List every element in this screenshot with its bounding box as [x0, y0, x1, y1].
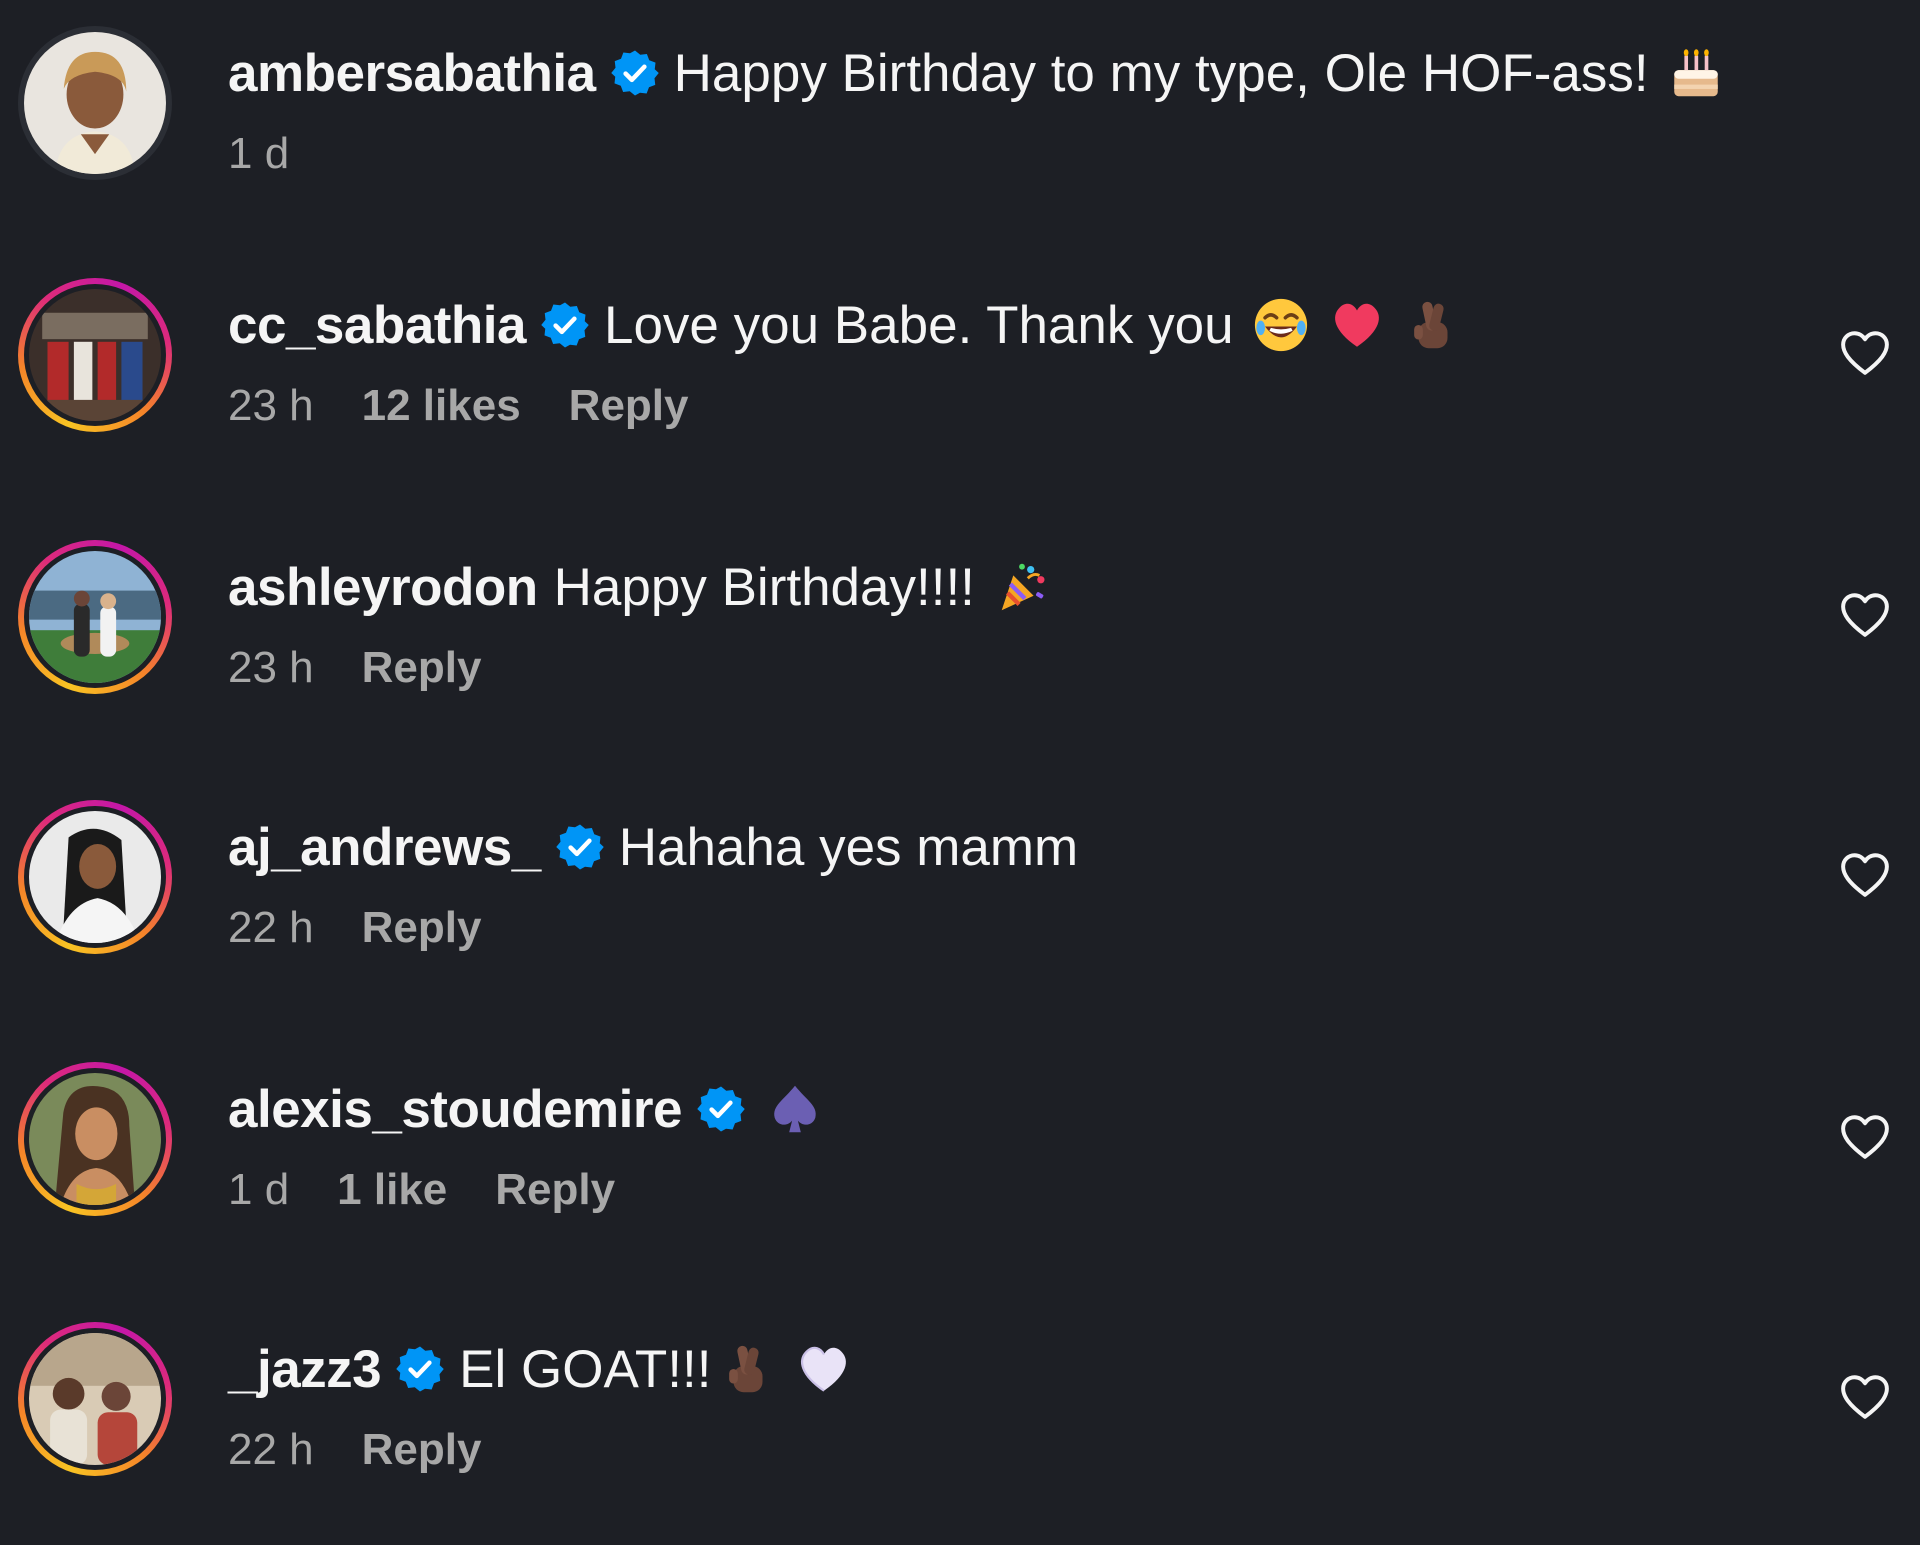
comment-text: Hahaha yes mamm: [618, 817, 1079, 877]
avatar[interactable]: [18, 26, 172, 180]
face-with-tears-of-joy-icon: [1252, 296, 1310, 354]
username[interactable]: alexis_stoudemire: [228, 1079, 683, 1140]
avatar-image: [29, 551, 161, 683]
comment-item: aj_andrews_ Hahaha yes mamm 22 h Reply: [0, 800, 1920, 1000]
verified-badge-icon: [395, 1344, 445, 1394]
reply-button[interactable]: Reply: [362, 643, 482, 693]
comment-text: El GOAT!!!: [459, 1339, 712, 1399]
avatar-image: [29, 1333, 161, 1465]
comment-body: ambersabathia Happy Birthday to my type,…: [228, 40, 1800, 182]
comment-item: alexis_stoudemire 1 d 1 like Reply: [0, 1062, 1920, 1262]
crossed-fingers-icon: [719, 1340, 777, 1398]
verified-badge-icon: [555, 822, 605, 872]
verified-badge-icon: [696, 1084, 746, 1134]
username[interactable]: _jazz3: [228, 1339, 382, 1400]
comment-body: alexis_stoudemire 1 d 1 like Reply: [228, 1076, 1800, 1218]
reply-button[interactable]: Reply: [495, 1165, 615, 1215]
username[interactable]: ambersabathia: [228, 43, 596, 104]
comment-body: _jazz3 El GOAT!!! 22 h Reply: [228, 1336, 1800, 1478]
comment-item: cc_sabathia Love you Babe. Thank you 23 …: [0, 278, 1920, 478]
comment-body: cc_sabathia Love you Babe. Thank you 23 …: [228, 292, 1800, 434]
comment-text: Happy Birthday to my type, Ole HOF-ass!: [673, 43, 1649, 103]
comment-timestamp: 1 d: [228, 129, 290, 178]
red-heart-icon: [1328, 296, 1386, 354]
avatar[interactable]: [18, 278, 172, 432]
comment-timestamp: 22 h: [228, 903, 314, 952]
comment-list: ambersabathia Happy Birthday to my type,…: [0, 0, 1920, 1545]
like-heart-icon[interactable]: [1840, 330, 1890, 376]
like-heart-icon[interactable]: [1840, 592, 1890, 638]
username[interactable]: cc_sabathia: [228, 295, 526, 356]
reply-button[interactable]: Reply: [569, 381, 689, 431]
like-heart-icon[interactable]: [1840, 1374, 1890, 1420]
birthday-cake-icon: [1667, 44, 1725, 102]
comment-item: _jazz3 El GOAT!!! 22 h Reply: [0, 1322, 1920, 1522]
white-heart-icon: [795, 1340, 853, 1398]
username[interactable]: aj_andrews_: [228, 817, 541, 878]
comment-timestamp: 23 h: [228, 381, 314, 430]
spade-suit-icon: [766, 1080, 824, 1138]
comment-text: Happy Birthday!!!!: [553, 557, 975, 617]
username[interactable]: ashleyrodon: [228, 557, 538, 618]
comment-timestamp: 23 h: [228, 643, 314, 692]
like-heart-icon[interactable]: [1840, 852, 1890, 898]
comment-body: ashleyrodon Happy Birthday!!!! 23 h Repl…: [228, 554, 1800, 696]
reply-button[interactable]: Reply: [362, 903, 482, 953]
avatar-image: [29, 811, 161, 943]
avatar-image: [24, 32, 166, 174]
avatar[interactable]: [18, 540, 172, 694]
party-popper-icon: [993, 558, 1051, 616]
likes-count[interactable]: 1 like: [337, 1165, 447, 1215]
crossed-fingers-icon: [1404, 296, 1462, 354]
avatar[interactable]: [18, 1322, 172, 1476]
avatar-image: [29, 289, 161, 421]
reply-button[interactable]: Reply: [362, 1425, 482, 1475]
verified-badge-icon: [540, 300, 590, 350]
comment-text: Love you Babe. Thank you: [603, 295, 1234, 355]
likes-count[interactable]: 12 likes: [362, 381, 521, 431]
verified-badge-icon: [610, 48, 660, 98]
comment-item: ashleyrodon Happy Birthday!!!! 23 h Repl…: [0, 540, 1920, 740]
comment-timestamp: 22 h: [228, 1425, 314, 1474]
avatar[interactable]: [18, 1062, 172, 1216]
comment-item: ambersabathia Happy Birthday to my type,…: [0, 26, 1920, 226]
like-heart-icon[interactable]: [1840, 1114, 1890, 1160]
avatar[interactable]: [18, 800, 172, 954]
avatar-image: [29, 1073, 161, 1205]
comment-timestamp: 1 d: [228, 1165, 290, 1214]
comment-body: aj_andrews_ Hahaha yes mamm 22 h Reply: [228, 814, 1800, 956]
